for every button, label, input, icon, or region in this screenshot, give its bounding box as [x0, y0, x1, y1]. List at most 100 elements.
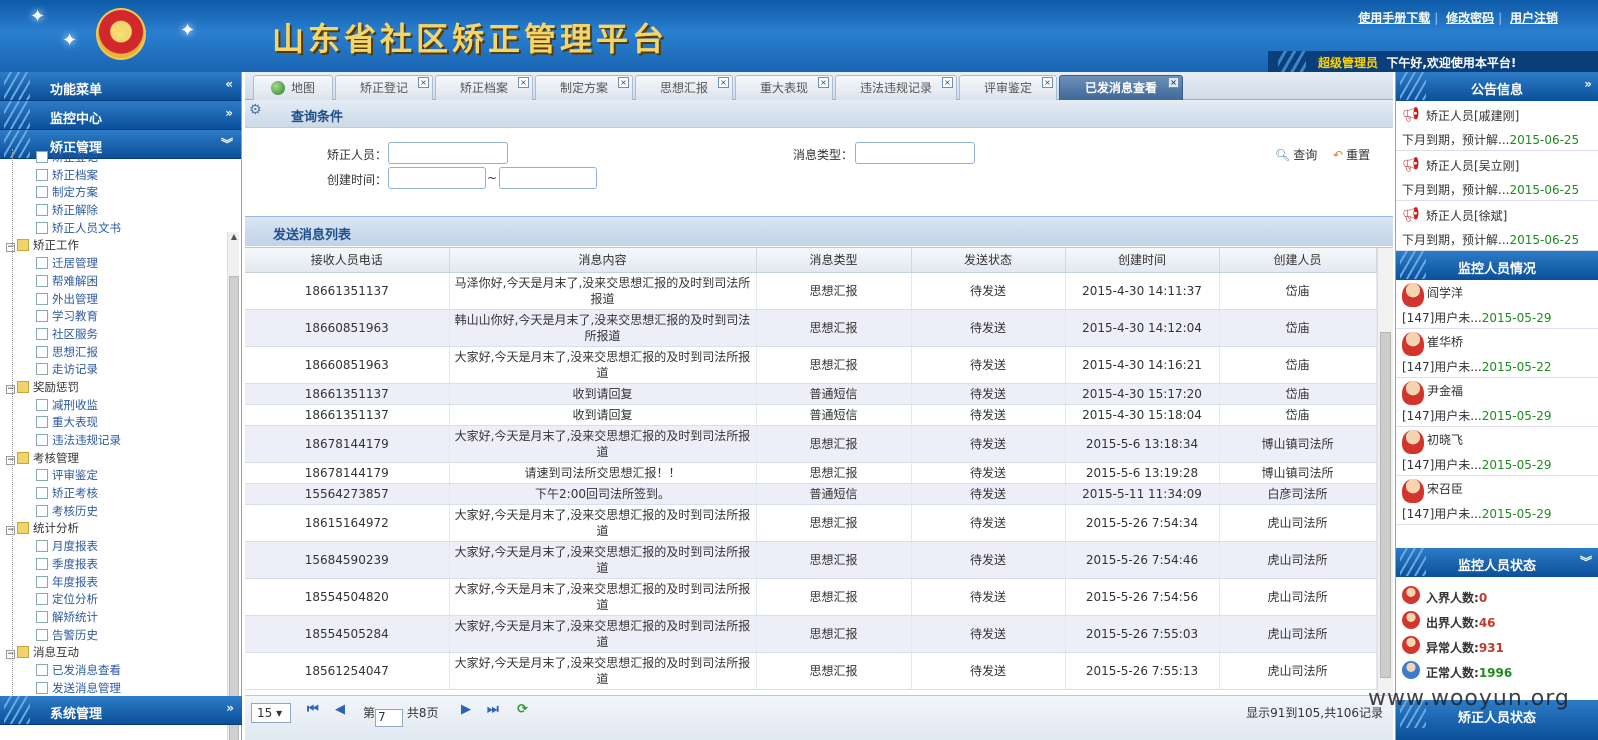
tree-item[interactable]: 减刑收监 — [0, 397, 241, 415]
search-button[interactable]: 🔍︎ 查询 — [1275, 146, 1317, 163]
column-header[interactable]: 创建人员 — [1219, 248, 1377, 273]
table-row[interactable]: 18615164972 大家好,今天是月末了,没来交思想汇报的及时到司法所报道 思想… — [245, 504, 1377, 542]
expand-icon[interactable]: » — [226, 701, 234, 715]
monitor-person-item[interactable]: 阎学洋 [147]用户未...2015-05-29 — [1396, 280, 1598, 329]
tree-item[interactable]: 矫正解除 — [0, 202, 241, 220]
tree-item[interactable]: 社区服务 — [0, 326, 241, 344]
page-size-select[interactable]: 15 ▾ — [251, 703, 291, 723]
table-row[interactable]: 18561254047 大家好,今天是月末了,没来交思想汇报的及时到司法所报道 思想… — [245, 652, 1377, 690]
close-icon[interactable]: × — [418, 77, 429, 88]
close-icon[interactable]: × — [1042, 77, 1053, 88]
sidebar-header-system[interactable]: 系统管理 » — [0, 696, 242, 725]
expand-icon[interactable]: » — [225, 106, 233, 120]
table-row[interactable]: 18660851963 韩山山你好,今天是月末了,没来交思想汇报的及时到司法所报道… — [245, 309, 1377, 347]
tree-item[interactable]: 告警历史 — [0, 627, 241, 645]
person-input[interactable] — [388, 142, 508, 164]
tab-plan[interactable]: 制定方案 × — [535, 75, 633, 100]
monitor-person-item[interactable]: 崔华桥 [147]用户未...2015-05-22 — [1396, 329, 1598, 378]
grid-scrollbar[interactable] — [1377, 248, 1393, 695]
monitor-person-item[interactable]: 初晓飞 [147]用户未...2015-05-29 — [1396, 427, 1598, 476]
tab-violation-record[interactable]: 违法违规记录 × — [835, 75, 957, 100]
tab-registration[interactable]: 矫正登记 × — [335, 75, 433, 100]
collapse-toggle-icon[interactable]: − — [6, 455, 15, 465]
manual-download-link[interactable]: 使用手册下载 — [1358, 11, 1430, 25]
tree-item[interactable]: 年度报表 — [0, 574, 241, 592]
column-header[interactable]: 消息类型 — [756, 248, 912, 273]
notice-item[interactable]: 📢︎ 矫正人员[徐斌] 下月到期，预计解...2015-06-25 — [1396, 201, 1598, 251]
scroll-up-icon[interactable]: ▲ — [228, 232, 240, 241]
column-header[interactable]: 发送状态 — [911, 248, 1066, 273]
tree-item[interactable]: 月度报表 — [0, 538, 241, 556]
column-header[interactable]: 创建时间 — [1065, 248, 1220, 273]
tree-item[interactable]: 矫正登记 — [0, 149, 241, 167]
tree-item[interactable]: 发送消息管理 — [0, 680, 241, 698]
tree-item[interactable]: 学习教育 — [0, 308, 241, 326]
tree-group[interactable]: − 考核管理 — [0, 450, 241, 468]
next-page-icon[interactable]: ▶ — [461, 702, 471, 717]
column-header[interactable]: 接收人员电话 — [245, 248, 450, 273]
close-icon[interactable]: × — [818, 77, 829, 88]
monitor-person-item[interactable]: 宋召臣 [147]用户未...2015-05-29 — [1396, 476, 1598, 525]
tree-item[interactable]: 定位分析 — [0, 591, 241, 609]
message-type-input[interactable] — [855, 142, 975, 164]
table-row[interactable]: 18661351137 收到请回复 普通短信 待发送 2015-4-30 15:17:2… — [245, 383, 1377, 405]
tab-sent-messages[interactable]: 已发消息查看 × — [1059, 75, 1183, 100]
refresh-icon[interactable]: ⟳ — [517, 702, 528, 717]
sidebar-scrollbar[interactable]: ▲ ▼ — [227, 232, 239, 740]
tree-item[interactable]: 迁居管理 — [0, 255, 241, 273]
tab-thought-report[interactable]: 思想汇报 × — [635, 75, 733, 100]
change-password-link[interactable]: 修改密码 — [1446, 11, 1494, 25]
tree-item[interactable]: 走访记录 — [0, 361, 241, 379]
scroll-thumb[interactable] — [229, 276, 239, 740]
tree-item[interactable]: 已发消息查看 — [0, 662, 241, 680]
tree-item[interactable]: 矫正人员文书 — [0, 220, 241, 238]
prev-page-icon[interactable]: ◀ — [335, 702, 345, 717]
table-row[interactable]: 18554504820 大家好,今天是月末了,没来交思想汇报的及时到司法所报道 思想… — [245, 578, 1377, 616]
tree-item[interactable]: 矫正档案 — [0, 167, 241, 185]
table-row[interactable]: 18678144179 请速到司法所交思想汇报！！ 思想汇报 待发送 2015-5-6 … — [245, 462, 1377, 484]
table-row[interactable]: 18661351137 收到请回复 普通短信 待发送 2015-4-30 15:18:0… — [245, 404, 1377, 426]
table-row[interactable]: 18661351137 马泽你好,今天是月末了,没来交思想汇报的及时到司法所报道思… — [245, 272, 1377, 310]
table-row[interactable]: 18660851963 大家好,今天是月末了,没来交思想汇报的及时到司法所报道 思想… — [245, 346, 1377, 384]
tree-item[interactable]: 外出管理 — [0, 291, 241, 309]
notice-item[interactable]: 📢︎ 矫正人员[戚建刚] 下月到期，预计解...2015-06-25 — [1396, 101, 1598, 151]
collapse-down-icon[interactable]: ︾ — [1580, 553, 1592, 570]
tree-item[interactable]: 帮难解困 — [0, 273, 241, 291]
tab-map[interactable]: 地图 — [253, 75, 333, 100]
tree-group[interactable]: − 消息互动 — [0, 644, 241, 662]
close-icon[interactable]: × — [718, 77, 729, 88]
tab-archive[interactable]: 矫正档案 × — [435, 75, 533, 100]
status-header[interactable]: 监控人员状态 ︾ — [1396, 548, 1598, 577]
tree-group[interactable]: − 奖励惩罚 — [0, 379, 241, 397]
table-row[interactable]: 15684590239 大家好,今天是月末了,没来交思想汇报的及时到司法所报道 思想… — [245, 541, 1377, 579]
tree-item[interactable]: 违法违规记录 — [0, 432, 241, 450]
close-icon[interactable]: × — [518, 77, 529, 88]
tree-item[interactable]: 重大表现 — [0, 414, 241, 432]
collapse-icon[interactable]: « — [225, 77, 233, 91]
sidebar-header-monitor[interactable]: 监控中心 » — [0, 101, 241, 130]
table-row[interactable]: 18678144179 大家好,今天是月末了,没来交思想汇报的及时到司法所报道 思想… — [245, 425, 1377, 463]
table-row[interactable]: 15564273857 下午2:00回司法所签到。 普通短信 待发送 2015-5-11… — [245, 483, 1377, 505]
tree-item[interactable]: 思想汇报 — [0, 344, 241, 362]
collapse-toggle-icon[interactable]: − — [6, 243, 15, 253]
collapse-toggle-icon[interactable]: − — [6, 526, 15, 536]
expand-icon[interactable]: » — [1584, 77, 1592, 91]
tree-item[interactable]: 评审鉴定 — [0, 467, 241, 485]
tree-item[interactable]: 制定方案 — [0, 184, 241, 202]
tab-appraisal[interactable]: 评审鉴定 × — [959, 75, 1057, 100]
collapse-toggle-icon[interactable]: − — [6, 650, 15, 660]
tree-item[interactable]: 解矫统计 — [0, 609, 241, 627]
logout-link[interactable]: 用户注销 — [1510, 11, 1558, 25]
monitor-person-item[interactable]: 尹金福 [147]用户未...2015-05-29 — [1396, 378, 1598, 427]
end-time-input[interactable] — [499, 167, 597, 189]
scroll-thumb[interactable] — [1380, 332, 1391, 678]
page-number-input[interactable]: 7 — [375, 709, 404, 727]
tree-group[interactable]: − 矫正工作 — [0, 237, 241, 255]
close-icon[interactable]: × — [618, 77, 629, 88]
tree-item[interactable]: 考核历史 — [0, 503, 241, 521]
notice-item[interactable]: 📢︎ 矫正人员[吴立刚] 下月到期，预计解...2015-06-25 — [1396, 151, 1598, 201]
start-time-input[interactable] — [388, 167, 486, 189]
last-page-icon[interactable]: ⏭ — [487, 702, 499, 717]
close-icon[interactable]: × — [942, 77, 953, 88]
notice-header[interactable]: 公告信息 » — [1396, 72, 1598, 101]
